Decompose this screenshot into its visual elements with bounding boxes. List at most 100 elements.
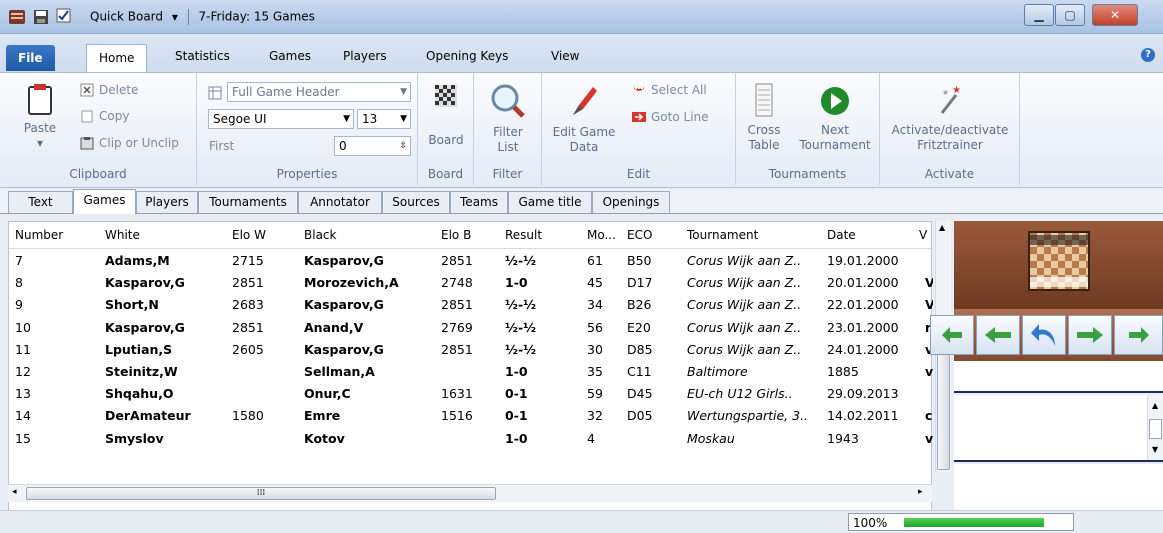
table-row[interactable]: 11 Lputian,S 2605 Kasparov,G 2851 ½-½ 30 D85 Cor… (9, 339, 933, 361)
magnifier-icon (490, 83, 526, 119)
horizontal-scrollbar[interactable]: ◂ ⁞⁞⁞ ▸ (8, 484, 932, 502)
size-combo[interactable]: 13 ▼ (357, 109, 411, 129)
fritztrainer-button[interactable]: ★ ★ Activate/deactivate Fritztrainer (880, 83, 1020, 153)
col-black[interactable]: Black (304, 228, 336, 242)
quick-board-label[interactable]: Quick Board (90, 10, 163, 24)
tab-annotator[interactable]: Annotator (298, 191, 382, 213)
first-spinner[interactable]: 0 ⇳ (334, 136, 411, 156)
notation-scrollbar[interactable]: ▲ ▼ (1147, 395, 1163, 460)
save-icon[interactable] (32, 8, 50, 26)
tab-openings[interactable]: Openings (592, 191, 670, 213)
scroll-up-icon[interactable]: ▲ (1152, 401, 1158, 410)
magnet-icon (632, 83, 646, 97)
cell-num: 12 (15, 364, 31, 379)
col-number[interactable]: Number (15, 228, 63, 242)
tab-players[interactable]: Players (331, 45, 399, 67)
first-move-button[interactable] (930, 315, 974, 355)
tab-statistics[interactable]: Statistics (163, 45, 242, 67)
tab-opening-keys[interactable]: Opening Keys (414, 45, 520, 67)
board-group: Board Board (418, 73, 474, 185)
tab-text[interactable]: Text (8, 191, 73, 213)
tab-teams[interactable]: Teams (450, 191, 508, 213)
header-combo[interactable]: Full Game Header ▼ (227, 82, 411, 102)
engine-pane[interactable] (954, 464, 1163, 516)
tab-game-title[interactable]: Game title (508, 191, 592, 213)
cross-table-button[interactable]: Cross Table (742, 83, 786, 153)
col-date[interactable]: Date (827, 228, 856, 242)
arrow-left-icon (942, 327, 962, 343)
table-row[interactable]: 15 Smyslov Kotov 1-0 4 Moskau 1943 v: (9, 428, 933, 450)
table-row[interactable]: 13 Shqahu,O Onur,C 1631 0-1 59 D45 EU-ch U12 Gi… (9, 383, 931, 405)
help-icon[interactable]: ? (1141, 48, 1155, 62)
font-combo[interactable]: Segoe UI ▼ (208, 109, 354, 129)
quick-board-checkbox[interactable] (56, 8, 74, 26)
cross-table-label-2: Table (748, 138, 780, 152)
cell-black: Anand,V (304, 319, 364, 335)
paste-button[interactable]: Paste ▾ (22, 83, 58, 151)
scroll-up-icon[interactable]: ▲ (939, 223, 945, 232)
select-all-button[interactable]: Select All (632, 83, 707, 97)
col-moves[interactable]: Mo... (587, 228, 616, 242)
properties-group: Full Game Header ▼ Segoe UI ▼ 13 ▼ First… (197, 73, 418, 185)
cell-moves: 45 (587, 275, 603, 291)
scroll-left-icon[interactable]: ◂ (12, 487, 17, 497)
previous-move-button[interactable] (976, 315, 1020, 355)
copy-label: Copy (99, 109, 130, 123)
col-result[interactable]: Result (505, 228, 542, 242)
col-elo-w[interactable]: Elo W (232, 228, 266, 242)
notation-pane[interactable] (954, 361, 1163, 393)
tab-games-list[interactable]: Games (73, 189, 136, 214)
tab-games[interactable]: Games (257, 45, 323, 67)
notation-pane-secondary[interactable]: ▲ ▼ (954, 395, 1163, 462)
scroll-thumb-h[interactable]: ⁞⁞⁞ (26, 487, 496, 500)
cell-num: 15 (15, 430, 31, 446)
col-elo-b[interactable]: Elo B (441, 228, 471, 242)
table-row[interactable]: 14 DerAmateur 1580 Emre 1516 0-1 32 D05 Wertungs… (9, 405, 932, 427)
last-move-button[interactable] (1114, 315, 1163, 355)
scroll-right-icon[interactable]: ▸ (918, 487, 923, 497)
table-row[interactable]: 9 Short,N 2683 Kasparov,G 2851 ½-½ 34 B26 Corus … (9, 294, 933, 316)
chevron-down-icon: ▾ (36, 136, 44, 150)
col-eco[interactable]: ECO (627, 228, 652, 242)
goto-icon (632, 110, 646, 124)
dropdown-icon[interactable]: ▾ (172, 10, 178, 24)
next-tournament-button[interactable]: Next Tournament (794, 83, 876, 153)
first-spinner-value: 0 (339, 139, 347, 153)
cell-v: V (925, 297, 933, 313)
edit-game-data-button[interactable]: Edit Game Data (552, 83, 616, 155)
tab-sources[interactable]: Sources (382, 191, 450, 213)
col-v[interactable]: V (919, 228, 927, 242)
table-row[interactable]: 10 Kasparov,G 2851 Anand,V 2769 ½-½ 56 E20 Corus… (9, 317, 933, 339)
cell-black: Morozevich,A (304, 275, 399, 291)
tab-view[interactable]: View (539, 45, 591, 67)
delete-button[interactable]: Delete (80, 83, 138, 97)
take-back-button[interactable] (1022, 315, 1066, 355)
tab-players-list[interactable]: Players (136, 191, 198, 213)
goto-line-button[interactable]: Goto Line (632, 110, 709, 124)
zoom-indicator[interactable]: 100% (848, 513, 1074, 531)
table-row[interactable]: 8 Kasparov,G 2851 Morozevich,A 2748 1-0 45 D17 C… (9, 272, 933, 294)
mini-board[interactable] (1028, 231, 1090, 291)
close-button[interactable]: ✕ (1092, 4, 1138, 26)
scroll-down-icon[interactable]: ▼ (1152, 445, 1158, 454)
board-button[interactable]: Board (426, 85, 466, 147)
next-move-button[interactable] (1068, 315, 1112, 355)
copy-button[interactable]: Copy (80, 109, 129, 123)
table-row[interactable]: 7 Adams,M 2715 Kasparov,G 2851 ½-½ 61 B50 Corus … (9, 250, 931, 272)
clip-unclip-button[interactable]: Clip or Unclip (80, 136, 179, 150)
minimize-button[interactable]: ▁ (1024, 4, 1054, 26)
tab-tournaments[interactable]: Tournaments (198, 191, 298, 213)
col-white[interactable]: White (105, 228, 140, 242)
filter-list-button[interactable]: Filter List (482, 83, 534, 155)
scroll-thumb[interactable] (1149, 419, 1162, 439)
tab-home[interactable]: Home (86, 44, 148, 72)
app-icon[interactable] (8, 8, 26, 26)
table-row[interactable]: 12 Steinitz,W Sellman,A 1-0 35 C11 Baltimore 18… (9, 361, 933, 383)
maximize-button[interactable]: ▢ (1055, 4, 1085, 26)
tab-file[interactable]: File (6, 45, 55, 71)
arrow-right-icon (1128, 327, 1149, 343)
cell-white: DerAmateur (105, 408, 191, 424)
cell-black: Kasparov,G (304, 341, 384, 357)
col-tournament[interactable]: Tournament (687, 228, 758, 242)
scroll-thumb[interactable] (937, 342, 950, 470)
